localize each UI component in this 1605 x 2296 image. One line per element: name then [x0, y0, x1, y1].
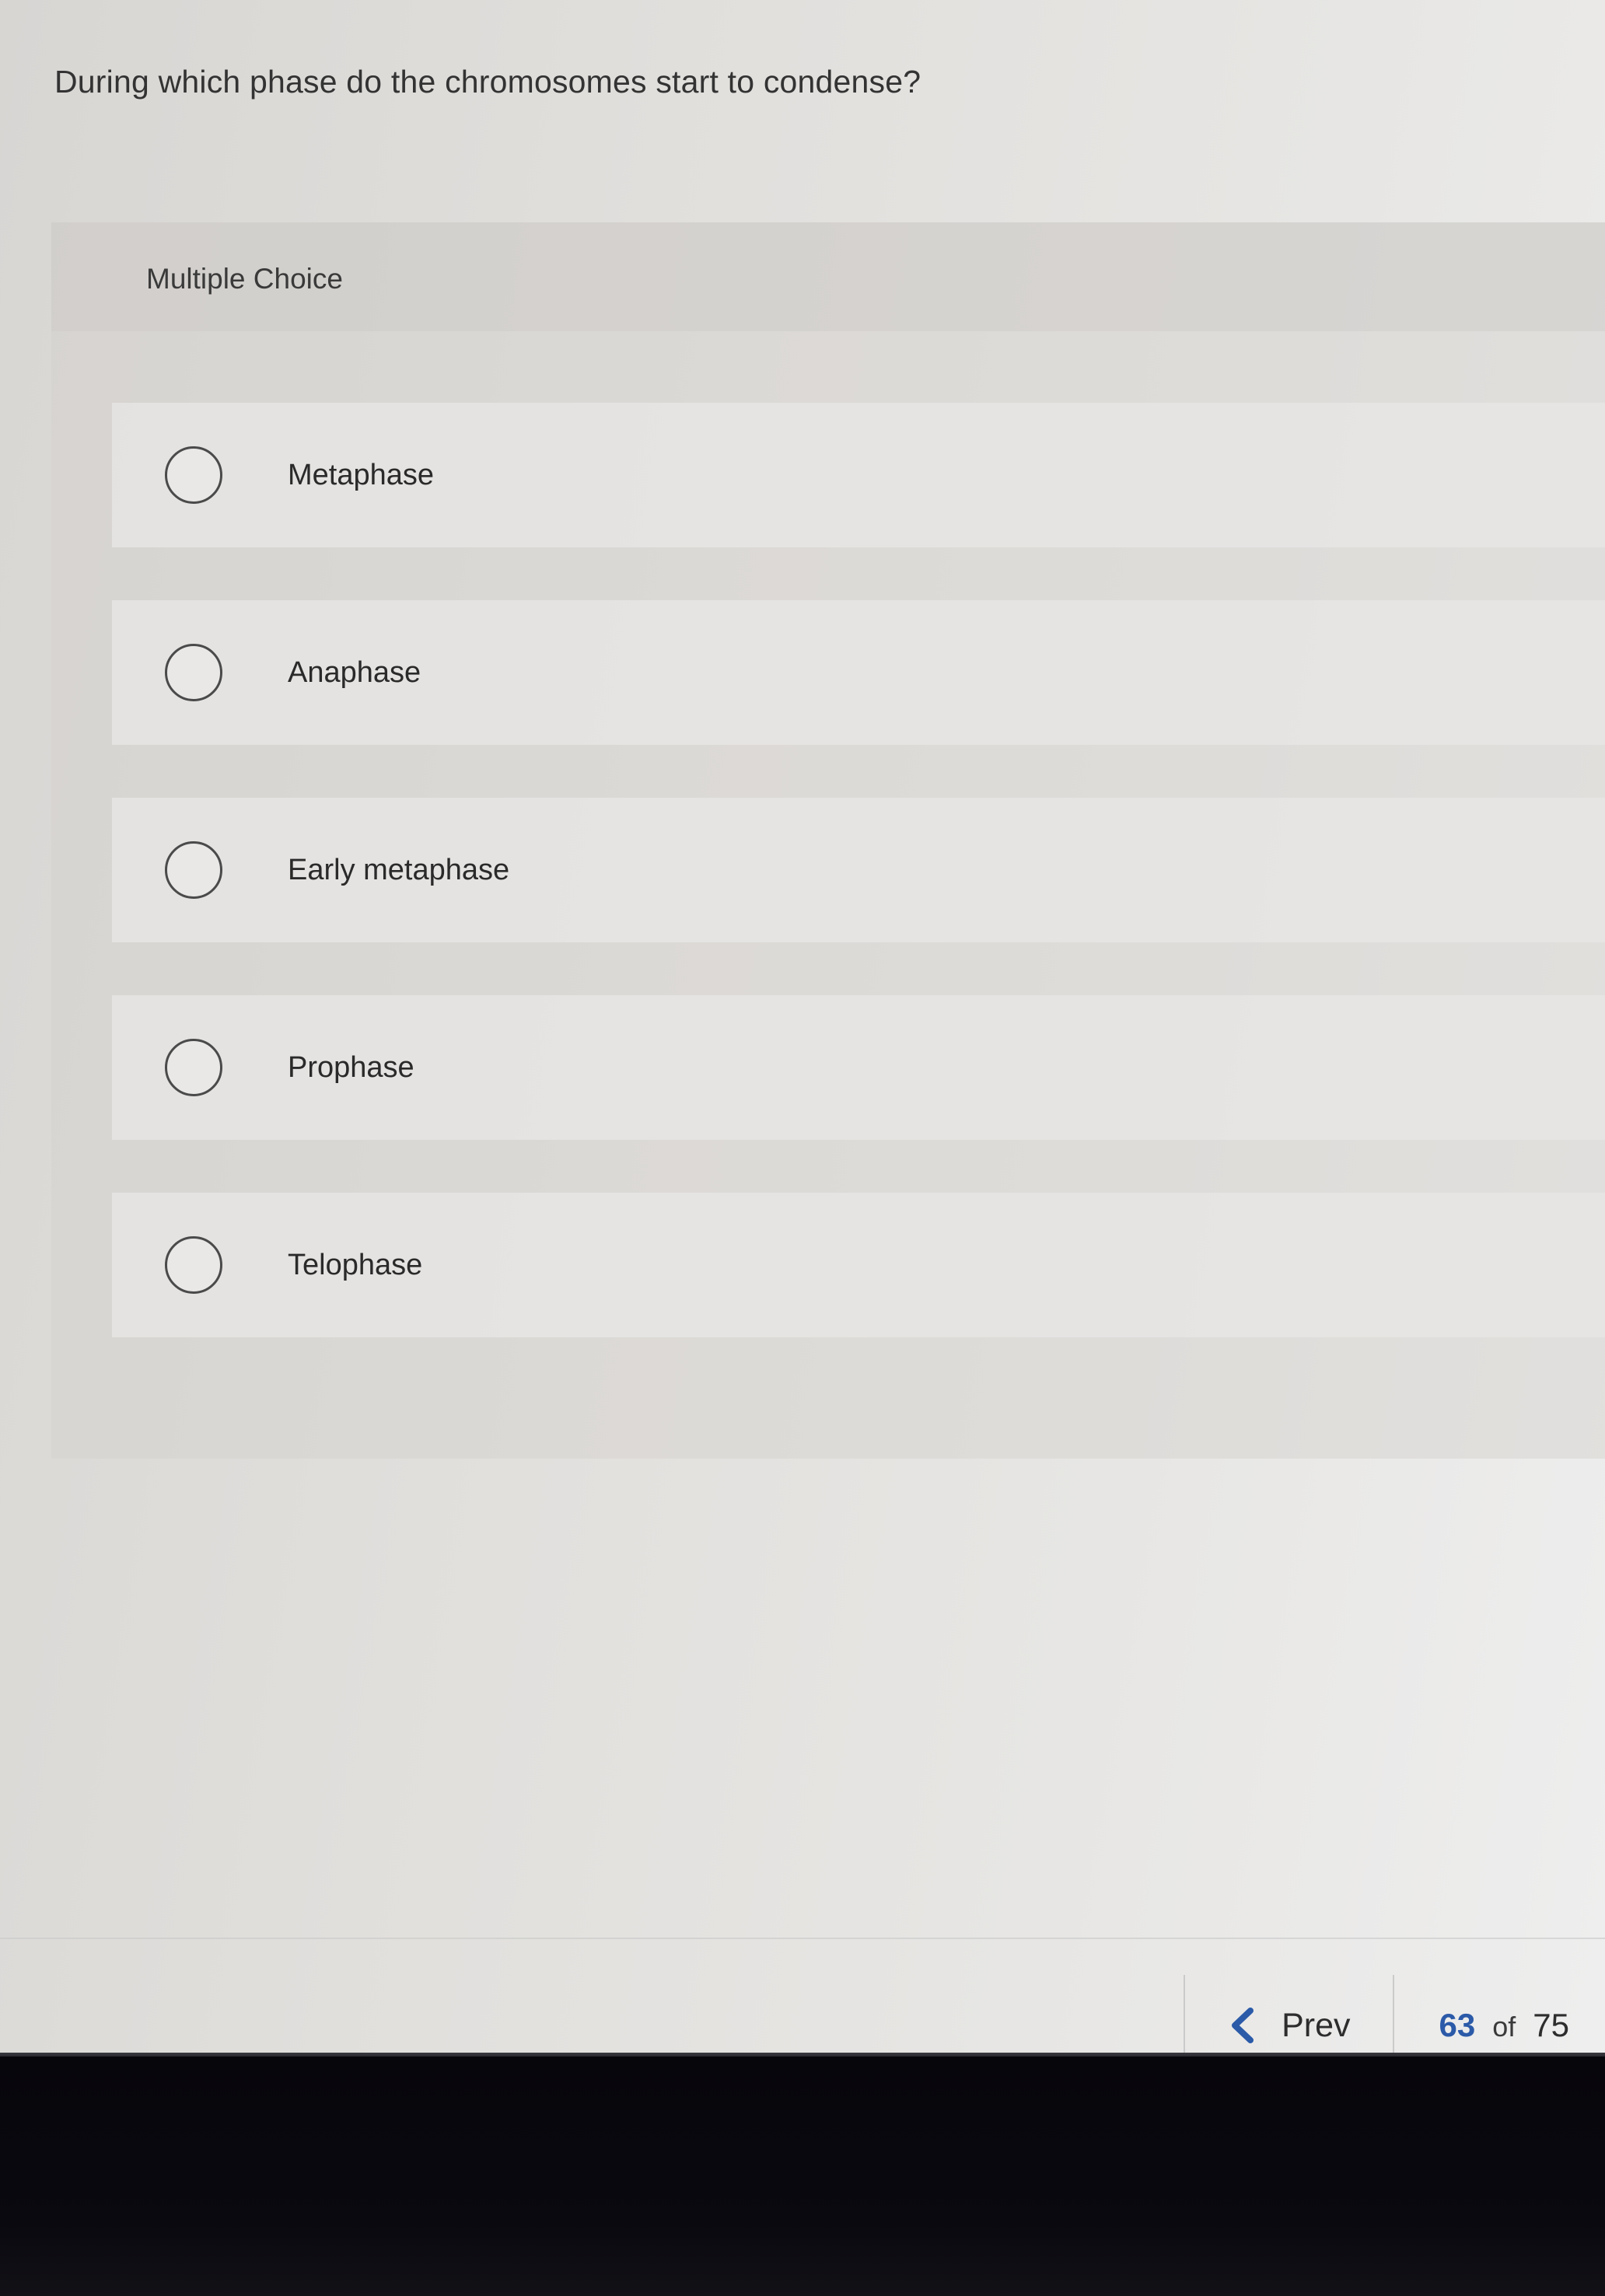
quiz-screen: During which phase do the chromosomes st…: [0, 0, 1605, 2076]
panel-header: Multiple Choice: [51, 222, 1605, 331]
answer-option[interactable]: Metaphase: [112, 403, 1605, 547]
radio-button[interactable]: [165, 446, 222, 504]
footer-divider: [0, 1938, 1605, 1939]
prev-button-label: Prev: [1282, 2006, 1351, 2044]
panel-label: Multiple Choice: [146, 263, 343, 295]
total-pages-number: 75: [1533, 2007, 1569, 2043]
answer-option[interactable]: Telophase: [112, 1193, 1605, 1337]
current-page-number: 63: [1439, 2007, 1476, 2043]
chevron-left-icon: [1232, 2008, 1254, 2043]
answer-options: Metaphase Anaphase Early metaphase Proph…: [112, 403, 1605, 1390]
answer-option-label[interactable]: Prophase: [288, 1051, 414, 1085]
answer-option-label[interactable]: Metaphase: [288, 459, 434, 492]
radio-button[interactable]: [165, 841, 222, 899]
answer-option[interactable]: Anaphase: [112, 600, 1605, 745]
answer-option-label[interactable]: Early metaphase: [288, 854, 509, 887]
page-of-label: of: [1492, 2011, 1516, 2043]
answer-option-label[interactable]: Telophase: [288, 1249, 422, 1282]
multiple-choice-panel: Multiple Choice Metaphase Anaphase Early…: [51, 222, 1605, 1459]
answer-option[interactable]: Early metaphase: [112, 798, 1605, 942]
monitor-bezel: [0, 2057, 1605, 2296]
radio-button[interactable]: [165, 644, 222, 701]
radio-button[interactable]: [165, 1236, 222, 1294]
page-indicator[interactable]: 63 of 75: [1394, 2007, 1605, 2044]
question-text: During which phase do the chromosomes st…: [54, 64, 921, 100]
answer-option-label[interactable]: Anaphase: [288, 656, 421, 690]
radio-button[interactable]: [165, 1039, 222, 1096]
answer-option[interactable]: Prophase: [112, 995, 1605, 1140]
